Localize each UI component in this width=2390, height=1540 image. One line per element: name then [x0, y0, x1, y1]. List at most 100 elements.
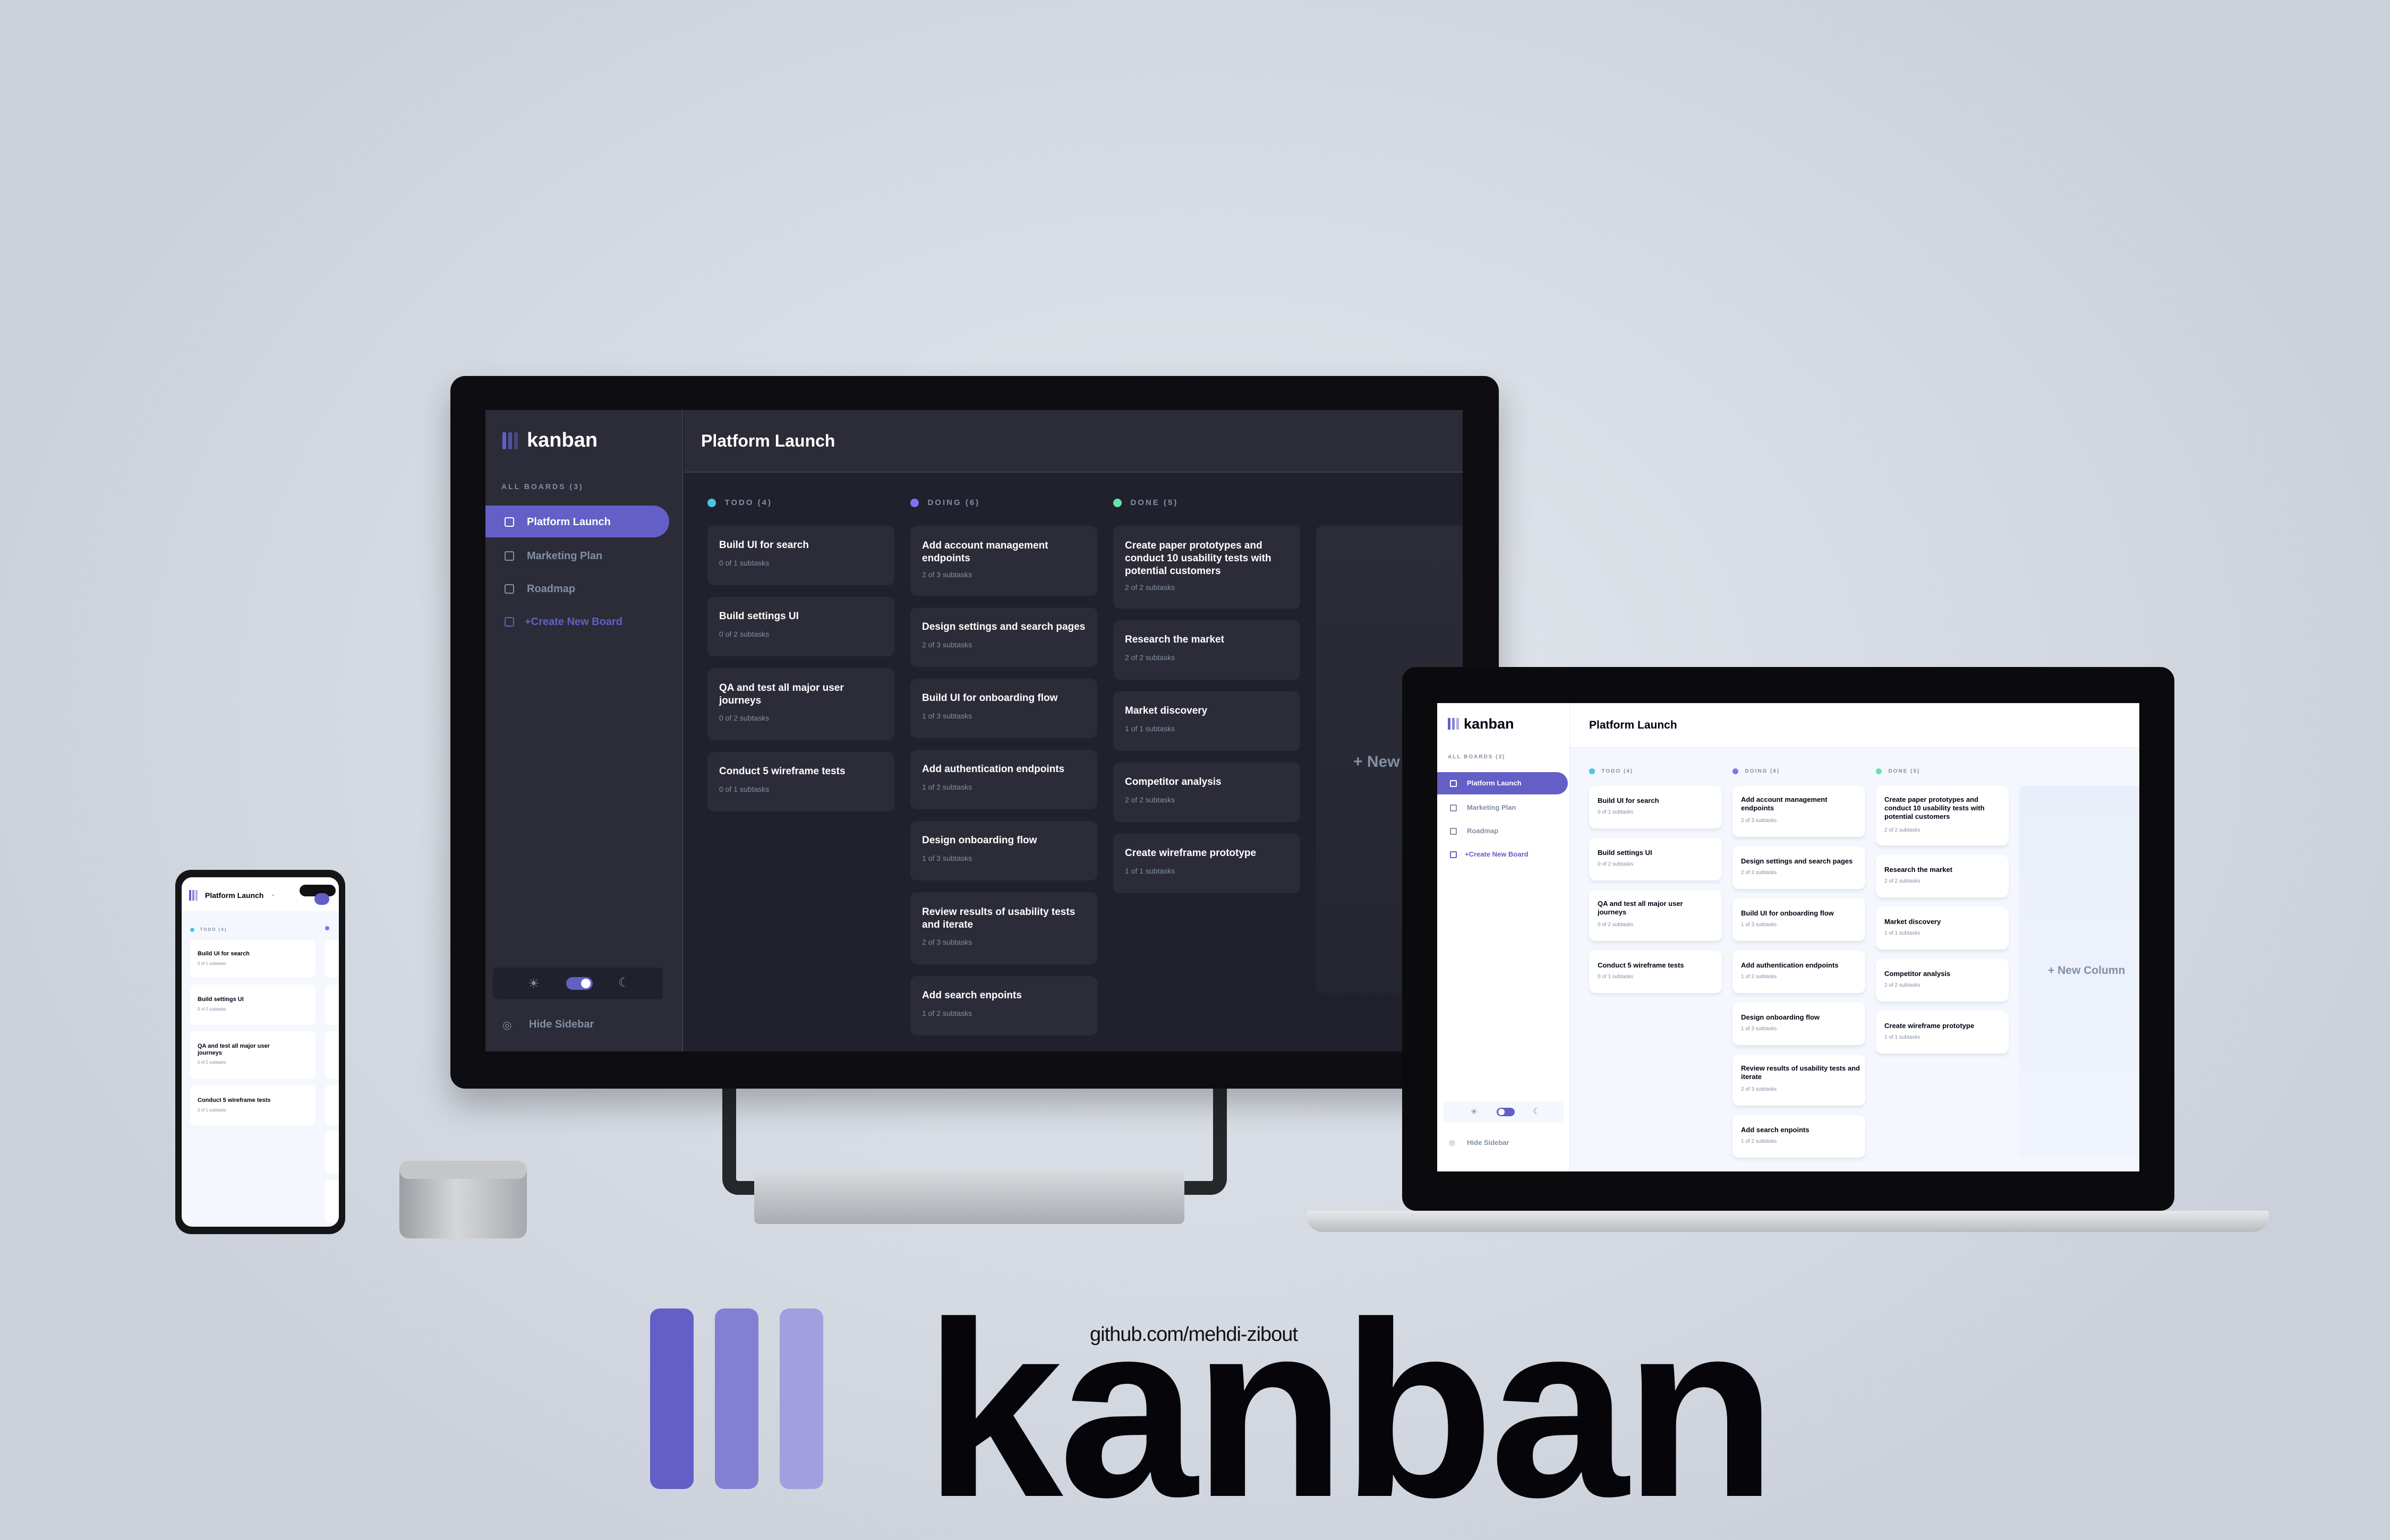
task-subtasks: 2 of 2 subtasks — [1125, 583, 1175, 592]
sidebar-item-roadmap[interactable]: Roadmap — [1437, 820, 1568, 842]
hide-sidebar-label: Hide Sidebar — [1467, 1139, 1509, 1147]
task-card[interactable]: Design onboarding flow 1 of 3 subtasks — [910, 821, 1097, 880]
task-card[interactable]: Design onboarding flow 1 of 3 subtasks — [1732, 1003, 1865, 1045]
task-subtasks: 2 of 2 subtasks — [1125, 795, 1175, 804]
new-column-label: + New — [1353, 753, 1400, 771]
task-card[interactable]: Conduct 5 wireframe tests 0 of 1 subtask… — [1589, 951, 1722, 993]
board-title[interactable]: Platform Launch — [205, 891, 263, 900]
logo-text: kanban — [1464, 716, 1514, 732]
task-title: QA and test all major user journeys — [198, 1043, 270, 1056]
laptop: kanban ALL BOARDS (3) Platform Launch Ma… — [1402, 667, 2174, 1211]
column-name: DONE (5) — [1888, 768, 1920, 775]
task-card[interactable]: QA and test all major user journeys 0 of… — [707, 668, 894, 740]
sidebar-item-platform-launch[interactable]: Platform Launch — [485, 506, 669, 537]
task-card[interactable]: Market discovery 1 of 1 subtasks — [1876, 907, 2009, 949]
task-card[interactable]: Conduct 5 wireframe tests 0 of 1 subtask… — [190, 1085, 315, 1125]
sidebar-item-platform-launch[interactable]: Platform Launch — [1437, 772, 1568, 794]
task-card[interactable]: Research the market 2 of 2 subtasks — [1113, 620, 1300, 680]
task-card[interactable]: Research the market 2 of 2 subtasks — [1876, 855, 2009, 897]
task-card[interactable]: Conduct 5 wireframe tests 0 of 1 subtask… — [707, 752, 894, 811]
sidebar-item-label: Platform Launch — [1467, 779, 1522, 787]
task-subtasks: 1 of 2 subtasks — [1741, 974, 1777, 980]
create-new-board-button[interactable]: +Create New Board — [485, 605, 669, 637]
sidebar-item-roadmap[interactable]: Roadmap — [485, 572, 669, 604]
all-boards-label: ALL BOARDS (3) — [501, 482, 584, 491]
task-card[interactable]: Create paper prototypes and conduct 10 u… — [1876, 786, 2009, 845]
sidebar-item-marketing-plan[interactable]: Marketing Plan — [485, 540, 669, 571]
task-title: Build settings UI — [719, 611, 799, 622]
task-subtasks: 0 of 1 subtasks — [719, 559, 770, 567]
task-card[interactable] — [325, 1180, 339, 1222]
create-board-label: +Create New Board — [525, 616, 622, 628]
board-title: Platform Launch — [701, 431, 835, 450]
task-card[interactable]: Build settings UI 0 of 2 subtasks — [1589, 838, 1722, 880]
task-card[interactable]: Design settings and search pages 2 of 3 … — [1732, 846, 1865, 889]
task-card[interactable] — [325, 940, 339, 977]
task-card[interactable]: Create wireframe prototype 1 of 1 subtas… — [1113, 834, 1300, 893]
hide-sidebar-button[interactable]: ◎ Hide Sidebar — [496, 1015, 655, 1034]
board-icon — [505, 551, 514, 561]
task-card[interactable]: Add search enpoints 1 of 2 subtasks — [910, 976, 1097, 1036]
app-logo: kanban — [502, 429, 619, 451]
task-card[interactable]: Build settings UI 0 of 2 subtasks — [707, 597, 894, 656]
task-title: Design onboarding flow — [1741, 1013, 1820, 1021]
column-header: DONE (5) — [1876, 767, 1920, 776]
add-task-button[interactable] — [314, 893, 329, 905]
task-card[interactable]: QA and test all major user journeys 0 of… — [1589, 890, 1722, 941]
column-name: DOING (6) — [927, 498, 980, 508]
task-subtasks: 2 of 2 subtasks — [1125, 653, 1175, 662]
logo-bars-icon — [1448, 718, 1459, 730]
task-card[interactable]: Create paper prototypes and conduct 10 u… — [1113, 526, 1300, 609]
create-new-board-button[interactable]: +Create New Board — [1437, 843, 1568, 866]
mobile-phone: Platform Launch ⌄ TODO (4) Build UI for … — [175, 870, 345, 1234]
task-title: Competitor analysis — [1884, 970, 1951, 978]
task-card[interactable]: Add account management endpoints 2 of 3 … — [1732, 786, 1865, 837]
github-link[interactable]: github.com/mehdi-zibout — [1090, 1323, 1298, 1346]
task-subtasks: 2 of 3 subtasks — [922, 938, 972, 946]
task-card[interactable]: Build UI for search 0 of 1 subtasks — [190, 940, 315, 977]
task-card[interactable]: Competitor analysis 2 of 2 subtasks — [1876, 959, 2009, 1002]
new-column-button[interactable]: + New Column — [2019, 786, 2139, 1158]
task-card[interactable] — [325, 985, 339, 1025]
column-header: TODO (4) — [190, 925, 227, 935]
task-card[interactable]: Review results of usability tests and it… — [1732, 1055, 1865, 1106]
task-card[interactable]: Build UI for onboarding flow 1 of 3 subt… — [1732, 899, 1865, 941]
board-header: Platform Launch — [684, 410, 1463, 473]
task-title: Create paper prototypes and conduct 10 u… — [1884, 795, 1985, 820]
task-card[interactable]: Add account management endpoints 2 of 3 … — [910, 526, 1097, 596]
task-card[interactable] — [325, 1085, 339, 1125]
task-title: Competitor analysis — [1125, 776, 1222, 788]
sidebar-item-label: Marketing Plan — [1467, 803, 1516, 811]
task-title: Add search enpoints — [1741, 1126, 1809, 1134]
theme-toggle[interactable] — [566, 977, 593, 990]
theme-toggle-panel: ☀ ☾ — [493, 968, 663, 999]
task-subtasks: 0 of 2 subtasks — [198, 1007, 226, 1012]
logo-bar-3 — [780, 1308, 823, 1489]
task-card[interactable]: Build UI for search 0 of 1 subtasks — [707, 526, 894, 585]
column-todo: TODO (4) Build UI for search 0 of 1 subt… — [707, 473, 899, 1051]
task-card[interactable]: Add search enpoints 1 of 2 subtasks — [1732, 1115, 1865, 1158]
theme-toggle[interactable] — [1497, 1108, 1515, 1116]
task-card[interactable]: Competitor analysis 2 of 2 subtasks — [1113, 763, 1300, 822]
task-card[interactable]: Build UI for onboarding flow 1 of 3 subt… — [910, 679, 1097, 738]
task-card[interactable]: Build settings UI 0 of 2 subtasks — [190, 985, 315, 1025]
task-card[interactable] — [325, 1131, 339, 1174]
task-title: Review results of usability tests and it… — [922, 906, 1076, 930]
chevron-down-icon[interactable]: ⌄ — [271, 892, 275, 897]
task-title: Build UI for onboarding flow — [1741, 909, 1834, 917]
task-card[interactable]: QA and test all major user journeys 0 of… — [190, 1031, 315, 1079]
task-card[interactable]: Build UI for search 0 of 1 subtasks — [1589, 786, 1722, 828]
task-card[interactable]: Market discovery 1 of 1 subtasks — [1113, 691, 1300, 751]
task-card[interactable]: Design settings and search pages 2 of 3 … — [910, 608, 1097, 667]
task-card[interactable] — [325, 1031, 339, 1079]
task-subtasks: 0 of 2 subtasks — [719, 630, 770, 638]
monitor-screen: kanban ALL BOARDS (3) Platform Launch Ma… — [485, 410, 1463, 1051]
task-card[interactable]: Add authentication endpoints 1 of 2 subt… — [1732, 951, 1865, 993]
task-card[interactable]: Add authentication endpoints 1 of 2 subt… — [910, 750, 1097, 809]
sidebar-item-marketing-plan[interactable]: Marketing Plan — [1437, 797, 1568, 819]
hide-sidebar-button[interactable]: ◎ Hide Sidebar — [1445, 1136, 1561, 1150]
column-color-dot — [325, 926, 329, 930]
task-card[interactable]: Review results of usability tests and it… — [910, 892, 1097, 964]
task-title: QA and test all major user journeys — [1598, 900, 1683, 916]
task-card[interactable]: Create wireframe prototype 1 of 1 subtas… — [1876, 1011, 2009, 1054]
